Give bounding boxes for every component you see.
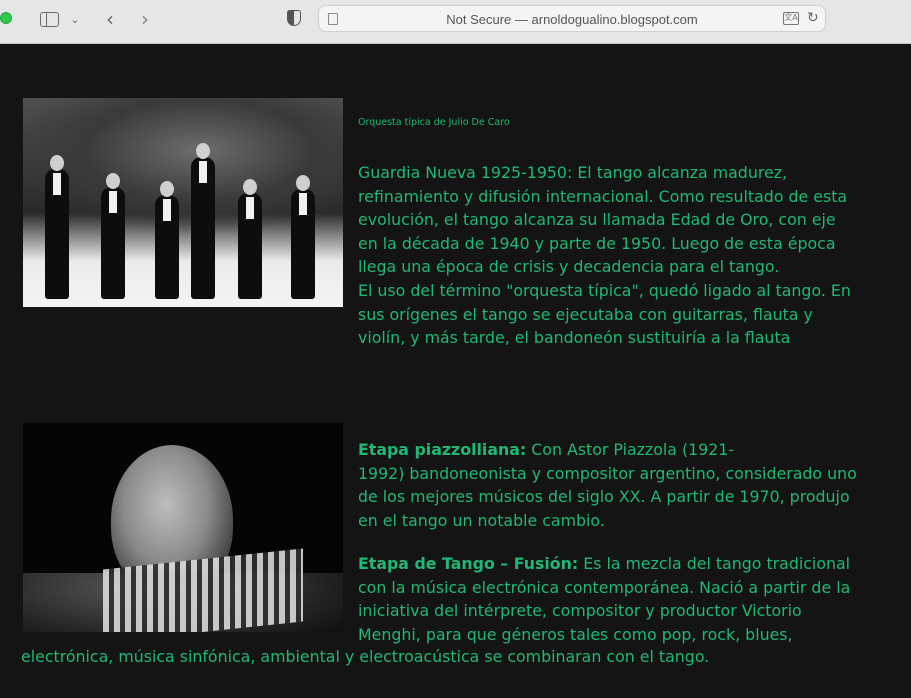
chevron-down-icon[interactable]: ⌄: [68, 8, 82, 30]
address-bar[interactable]: Not Secure — arnoldogualino.blogspot.com…: [318, 5, 826, 32]
guardia-nueva-paragraph: Guardia Nueva 1925-1950: El tango alcanz…: [358, 161, 851, 350]
translate-icon[interactable]: 文A: [783, 12, 799, 25]
paragraph-line: refinamiento y difusión internacional. C…: [358, 186, 848, 206]
paragraph-line: Menghi, para que géneros tales como pop,…: [358, 624, 793, 644]
piazzolliana-heading: Etapa piazzolliana:: [358, 440, 527, 459]
url-text[interactable]: Not Secure — arnoldogualino.blogspot.com: [319, 12, 825, 27]
fusion-heading: Etapa de Tango – Fusión:: [358, 554, 579, 573]
forward-icon[interactable]: ›: [135, 7, 155, 31]
browser-toolbar: ⌄ ‹ › Not Secure — arnoldogualino.blogsp…: [0, 0, 911, 44]
paragraph-line: llega una época de crisis y decadencia p…: [358, 257, 780, 277]
reload-icon[interactable]: ↻: [807, 10, 819, 26]
paragraph-line: en el tango un notable cambio.: [358, 510, 605, 530]
back-icon[interactable]: ‹: [100, 7, 120, 31]
shield-icon[interactable]: [284, 7, 304, 29]
orchestra-photo: [23, 98, 343, 307]
paragraph-line: 1992) bandoneonista y compositor argenti…: [358, 463, 857, 483]
piazzolliana-paragraph: Etapa piazzolliana: Con Astor Piazzola (…: [358, 438, 857, 532]
paragraph-line: sus orígenes el tango se ejecutaba con g…: [358, 304, 813, 324]
fusion-paragraph: Etapa de Tango – Fusión: Es la mezcla de…: [358, 552, 850, 646]
paragraph-line: El uso del término "orquesta típica", qu…: [358, 280, 851, 300]
sidebar-icon[interactable]: [38, 8, 60, 30]
paragraph-text: Es la mezcla del tango tradicional: [578, 554, 851, 573]
fusion-last-line: electrónica, música sinfónica, ambiental…: [21, 647, 710, 666]
paragraph-line: evolución, el tango alcanza su llamada E…: [358, 210, 836, 230]
blog-content: Orquesta típica de Julio De Caro Guardia…: [0, 45, 911, 698]
paragraph-text: Con Astor Piazzola (1921-: [526, 440, 735, 459]
piazzolla-photo: [23, 423, 343, 632]
image-caption: Orquesta típica de Julio De Caro: [358, 117, 510, 128]
paragraph-line: iniciativa del intérprete, compositor y …: [358, 601, 802, 621]
paragraph-line: con la música electrónica contemporánea.…: [358, 577, 851, 597]
paragraph-line: de los mejores músicos del siglo XX. A p…: [358, 487, 850, 507]
paragraph-line: violín, y más tarde, el bandoneón sustit…: [358, 328, 791, 348]
window-zoom-button[interactable]: [0, 12, 12, 24]
paragraph-line: Guardia Nueva 1925-1950: El tango alcanz…: [358, 163, 788, 182]
paragraph-line: en la década de 1940 y parte de 1950. Lu…: [358, 233, 836, 253]
